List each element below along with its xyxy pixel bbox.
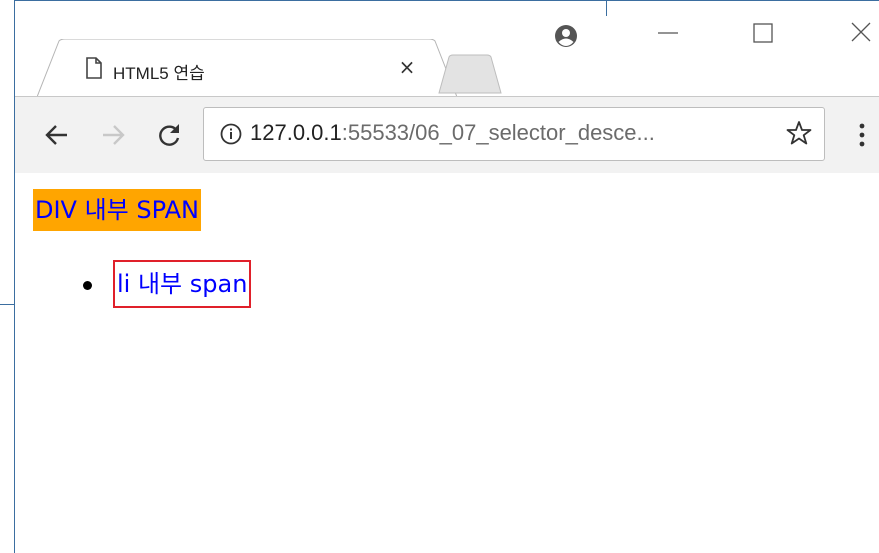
info-icon[interactable] [220, 123, 242, 145]
forward-arrow-icon[interactable] [99, 121, 127, 149]
reload-icon[interactable] [155, 121, 183, 149]
tab-strip: HTML5 연습 × [15, 1, 879, 99]
page-icon [85, 57, 103, 79]
url-host: 127.0.0.1 [250, 120, 342, 145]
page-content: DIV 내부 SPAN li 내부 span [15, 173, 879, 553]
minimize-icon[interactable] [652, 19, 684, 47]
li-inner-span: li 내부 span [113, 260, 252, 308]
back-arrow-icon[interactable] [43, 121, 71, 149]
desktop-line [0, 304, 14, 305]
profile-icon[interactable] [551, 21, 583, 49]
url-text[interactable]: 127.0.0.1:55533/06_07_selector_desce... [250, 120, 655, 146]
desktop-background [0, 0, 14, 553]
window-border-top [14, 0, 879, 1]
tab-html5-practice[interactable]: HTML5 연습 × [37, 39, 457, 97]
list-bullet [83, 281, 92, 290]
address-bar[interactable]: 127.0.0.1:55533/06_07_selector_desce... [203, 107, 825, 161]
more-menu-icon[interactable] [857, 121, 867, 149]
maximize-icon[interactable] [747, 19, 779, 47]
new-tab-button[interactable] [435, 53, 505, 99]
div-inner-span: DIV 내부 SPAN [33, 189, 201, 231]
star-icon[interactable] [786, 120, 812, 146]
tab-close-icon[interactable]: × [397, 55, 417, 79]
url-path: :55533/06_07_selector_desce... [341, 120, 655, 145]
window-border-left [14, 0, 15, 553]
close-icon[interactable] [845, 19, 877, 47]
browser-toolbar: 127.0.0.1:55533/06_07_selector_desce... [15, 96, 879, 174]
tab-title: HTML5 연습 [113, 64, 205, 83]
desktop-line [606, 0, 607, 16]
